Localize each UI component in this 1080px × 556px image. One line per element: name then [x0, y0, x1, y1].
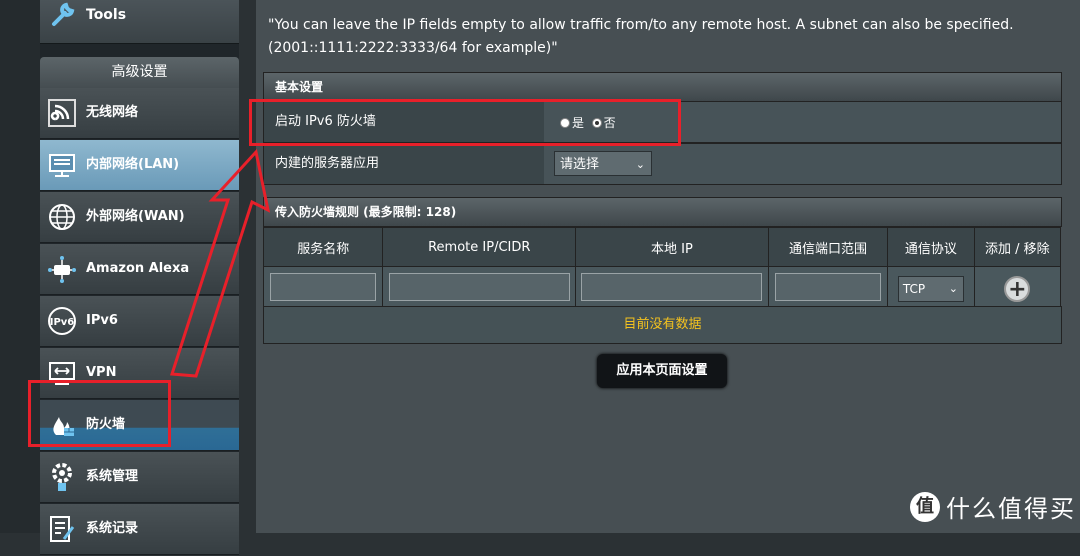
sidebar-item-ipv6[interactable]: IPv6 IPv6	[40, 296, 239, 347]
column-header: 通信端口范围	[767, 227, 889, 267]
highlight-box-ipv6-firewall	[249, 99, 681, 146]
sidebar-item-label: 外部网络(WAN)	[86, 209, 185, 224]
wrench-icon	[52, 2, 75, 26]
builtin-server-row: 内建的服务器应用 请选择 ⌄	[263, 143, 1062, 185]
sidebar-menu: 无线网络 内部网络(LAN) 外部网络(WAN) Amazon Alexa IP…	[40, 88, 239, 556]
sidebar-item-label: IPv6	[86, 313, 118, 328]
protocol-cell: TCP ⌄	[887, 266, 975, 312]
inbound-rules-table: 服务名称 Remote IP/CIDR 本地 IP 通信端口范围 通信协议 添加…	[262, 227, 1062, 312]
chevron-down-icon: ⌄	[948, 282, 958, 295]
sidebar-item-alexa[interactable]: Amazon Alexa	[40, 244, 239, 295]
sidebar-item-label: 无线网络	[86, 105, 139, 120]
sidebar-item-label: 系统管理	[86, 469, 139, 484]
service-name-input[interactable]	[270, 273, 377, 301]
remote-ip-input[interactable]	[388, 273, 570, 301]
left-edge-strip	[0, 0, 40, 533]
sidebar-item-system-log[interactable]: 系统记录	[40, 504, 239, 555]
column-header: 服务名称	[262, 227, 384, 267]
svg-text:IPv6: IPv6	[50, 317, 75, 328]
watermark: 值什么值得买	[910, 489, 1076, 524]
new-rule-row: TCP ⌄ +	[262, 266, 1062, 312]
globe-icon	[49, 204, 75, 230]
basic-settings-header: 基本设置	[263, 72, 1062, 102]
column-header: Remote IP/CIDR	[382, 227, 577, 267]
apply-settings-button[interactable]: 应用本页面设置	[597, 354, 727, 388]
service-name-cell	[262, 266, 384, 312]
sidebar-item-wireless[interactable]: 无线网络	[40, 88, 239, 139]
sidebar-item-wan[interactable]: 外部网络(WAN)	[40, 192, 239, 243]
sidebar-item-administration[interactable]: 系统管理	[40, 452, 239, 503]
no-data-message: 目前没有数据	[263, 306, 1062, 344]
ipv6-icon: IPv6	[48, 307, 76, 335]
watermark-text: 什么值得买	[946, 495, 1076, 523]
remote-ip-cell	[382, 266, 577, 312]
local-ip-cell	[575, 266, 769, 312]
column-header: 添加 / 移除	[973, 227, 1062, 267]
local-ip-input[interactable]	[581, 273, 763, 301]
protocol-select[interactable]: TCP ⌄	[897, 276, 964, 302]
builtin-server-label: 内建的服务器应用	[264, 144, 544, 184]
alexa-icon	[48, 256, 76, 283]
sidebar-item-label: Amazon Alexa	[86, 261, 190, 276]
port-range-input[interactable]	[775, 273, 881, 301]
sidebar-item-lan[interactable]: 内部网络(LAN)	[40, 140, 239, 191]
inbound-rules-header: 传入防火墙规则 (最多限制: 128)	[263, 197, 1062, 227]
gear-icon	[52, 463, 72, 491]
builtin-server-select-value: 请选择	[560, 157, 600, 172]
add-remove-cell: +	[973, 266, 1062, 312]
sidebar-item-label: Tools	[86, 7, 127, 23]
table-header-row: 服务名称 Remote IP/CIDR 本地 IP 通信端口范围 通信协议 添加…	[262, 227, 1062, 267]
sidebar-item-label: 内部网络(LAN)	[86, 157, 180, 172]
lan-icon	[49, 154, 75, 177]
column-header: 通信协议	[887, 227, 975, 267]
watermark-logo-icon: 值	[910, 491, 940, 522]
sidebar: Tools 高级设置 无线网络 内部网络(LAN) 外部网络(WAN) Amaz…	[40, 0, 239, 555]
port-range-cell	[767, 266, 889, 312]
advanced-settings-header: 高级设置	[40, 57, 239, 88]
chevron-down-icon: ⌄	[635, 158, 645, 171]
highlight-box-firewall-menu	[28, 380, 171, 447]
column-header: 本地 IP	[575, 227, 769, 267]
sidebar-item-label: 系统记录	[86, 521, 139, 536]
add-rule-button[interactable]: +	[1004, 276, 1031, 302]
builtin-server-select[interactable]: 请选择 ⌄	[554, 151, 652, 176]
ip-fields-note: "You can leave the IP fields empty to al…	[268, 17, 1014, 56]
protocol-select-value: TCP	[902, 282, 926, 296]
sidebar-item-tools[interactable]: Tools	[40, 0, 239, 44]
wifi-icon	[48, 99, 76, 127]
log-icon	[50, 516, 75, 542]
